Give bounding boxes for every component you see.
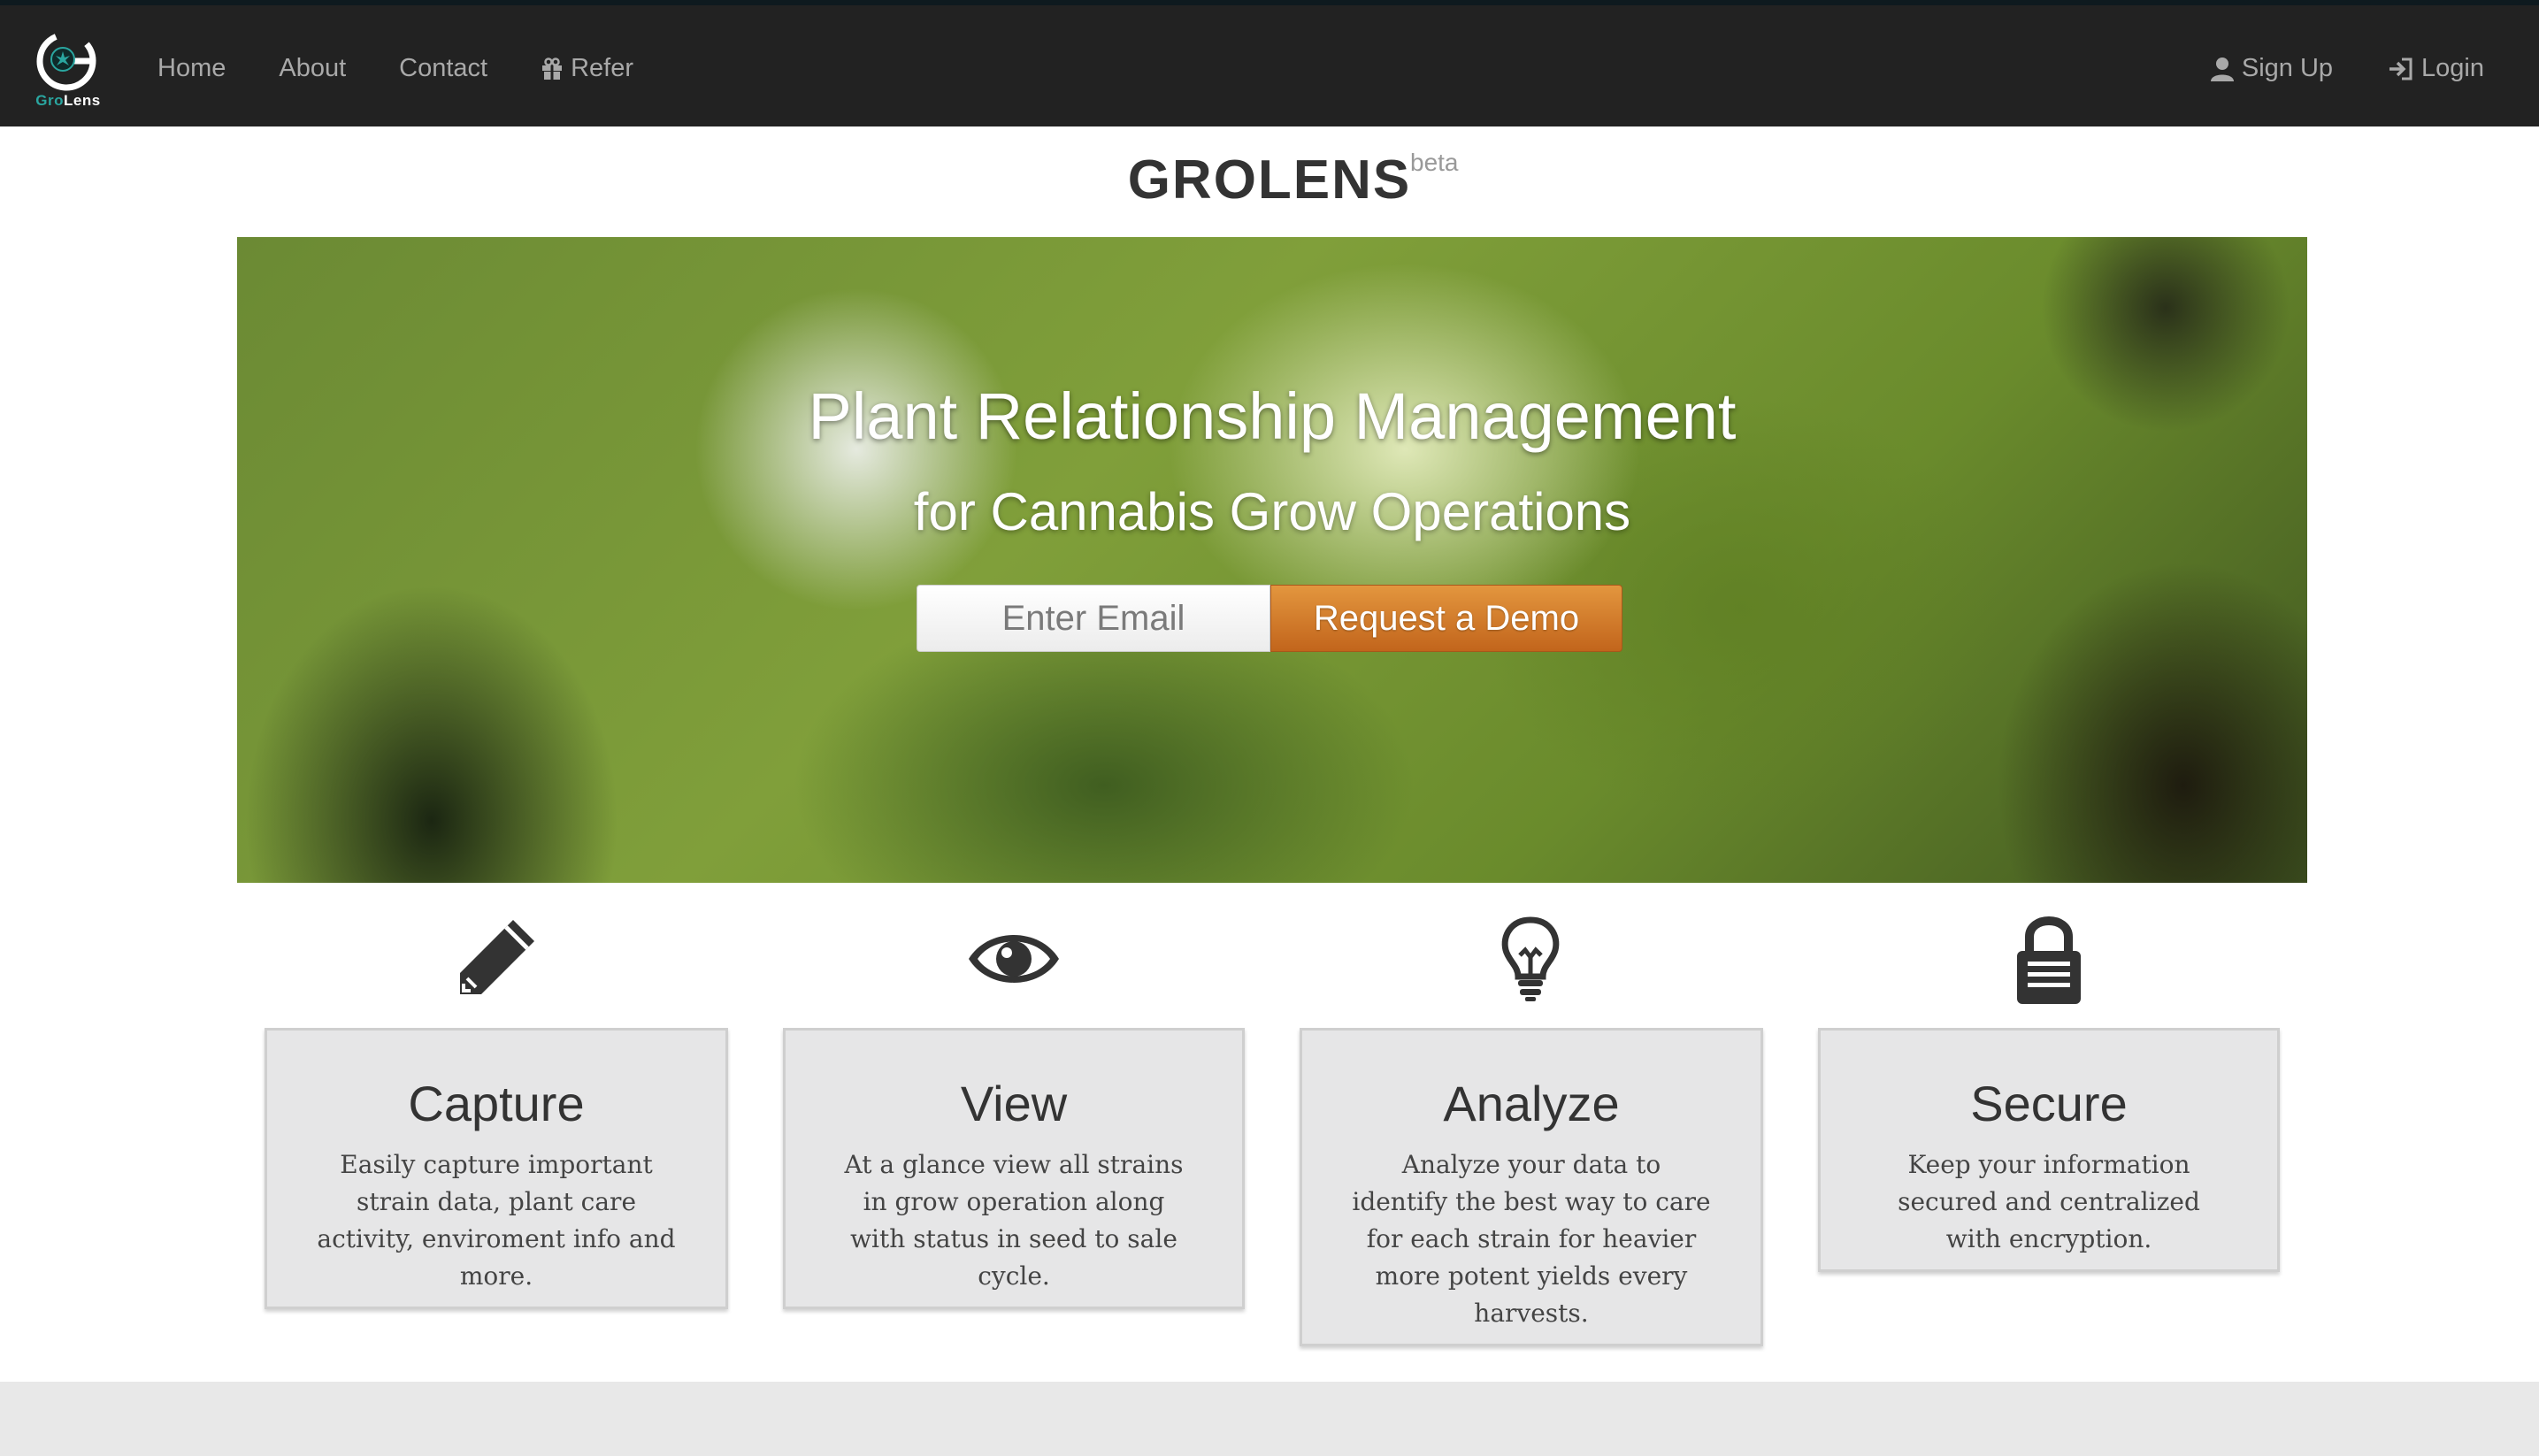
feature-card-view: View At a glance view all strains in gro…	[783, 1028, 1245, 1309]
nav-left: Home About Contact Refer	[157, 5, 687, 132]
demo-request-form: Request a Demo	[917, 585, 1622, 652]
page-title-text: GROLENS	[1127, 149, 1412, 211]
lightbulb-icon	[1477, 906, 1584, 1012]
feature-description: Analyze your data to identify the best w…	[1352, 1150, 1711, 1328]
feature-description: Keep your information secured and centra…	[1898, 1150, 2200, 1253]
eye-icon	[961, 906, 1067, 1012]
nav-sign-up-label: Sign Up	[2241, 54, 2334, 82]
brand-text-gro: Gro	[35, 92, 65, 109]
nav-about[interactable]: About	[279, 54, 346, 83]
nav-contact-label: Contact	[399, 54, 488, 82]
feature-card-capture: Capture Easily capture important strain …	[265, 1028, 728, 1309]
feature-description: Easily capture important strain data, pl…	[317, 1150, 676, 1291]
nav-home[interactable]: Home	[157, 54, 226, 83]
nav-home-label: Home	[157, 54, 226, 82]
lock-icon	[1996, 906, 2102, 1012]
page-title: GROLENS beta	[0, 149, 2539, 211]
user-icon	[2210, 57, 2234, 81]
feature-title: Capture	[408, 1076, 585, 1131]
nav-about-label: About	[279, 54, 347, 82]
pencil-icon	[442, 906, 548, 1012]
gift-icon	[542, 57, 563, 80]
nav-login-label: Login	[2421, 54, 2484, 82]
nav-refer[interactable]: Refer	[541, 54, 633, 83]
email-input[interactable]	[917, 585, 1270, 652]
feature-title: View	[960, 1076, 1068, 1131]
nav-sign-up[interactable]: Sign Up	[2210, 54, 2333, 83]
grolens-logo-icon	[36, 31, 96, 91]
footer-band	[0, 1382, 2539, 1456]
hero-banner: Plant Relationship Management for Cannab…	[237, 237, 2307, 883]
nav-contact[interactable]: Contact	[399, 54, 487, 83]
hero-title: Plant Relationship Management	[808, 379, 1737, 453]
beta-badge: beta	[1410, 149, 1459, 176]
nav-right: Sign Up Login	[2155, 5, 2484, 132]
request-demo-button[interactable]: Request a Demo	[1270, 585, 1622, 652]
brand-text-lens: Lens	[64, 92, 101, 109]
nav-refer-label: Refer	[571, 54, 634, 82]
feature-card-analyze: Analyze Analyze your data to identify th…	[1300, 1028, 1763, 1346]
feature-title: Secure	[1970, 1076, 2128, 1131]
navbar: GroLens Home About Contact Refer Sign Up	[0, 0, 2539, 126]
feature-title: Analyze	[1443, 1076, 1620, 1131]
nav-login[interactable]: Login	[2388, 54, 2484, 83]
brand-logo[interactable]: GroLens	[28, 28, 108, 113]
feature-description: At a glance view all strains in grow ope…	[844, 1150, 1184, 1291]
hero-subtitle: for Cannabis Grow Operations	[913, 482, 1631, 541]
login-icon	[2389, 57, 2412, 80]
feature-card-secure: Secure Keep your information secured and…	[1818, 1028, 2280, 1272]
